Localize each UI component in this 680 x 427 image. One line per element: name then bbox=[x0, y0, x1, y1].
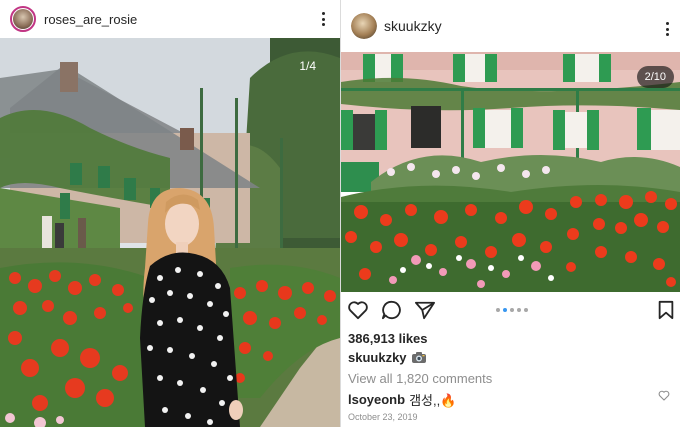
camera-emoji-icon bbox=[411, 352, 426, 363]
comment-text: 갬성,,🔥 bbox=[409, 393, 457, 408]
heart-icon[interactable] bbox=[347, 300, 369, 320]
bookmark-icon[interactable] bbox=[657, 300, 675, 320]
post-date: October 23, 2019 bbox=[348, 412, 418, 422]
view-all-comments-link[interactable]: View all 1,820 comments bbox=[348, 371, 492, 386]
carousel-dot bbox=[496, 308, 500, 312]
avatar[interactable] bbox=[351, 13, 377, 39]
carousel-dot bbox=[524, 308, 528, 312]
carousel-dot bbox=[503, 308, 507, 312]
carousel-dot bbox=[510, 308, 514, 312]
more-options-icon[interactable] bbox=[322, 12, 326, 26]
comment-username[interactable]: lsoyeonb bbox=[348, 392, 405, 407]
carousel-dot bbox=[517, 308, 521, 312]
comment-icon[interactable] bbox=[381, 300, 403, 320]
post-photo[interactable]: 2/10 bbox=[341, 52, 680, 292]
username[interactable]: roses_are_rosie bbox=[44, 12, 137, 27]
action-bar bbox=[341, 296, 680, 326]
garden-portrait-image bbox=[0, 38, 340, 427]
photo-counter: 1/4 bbox=[299, 59, 316, 73]
caption-username[interactable]: skuukzky bbox=[348, 350, 407, 365]
right-post: skuukzky 2/10 386,913 likes skuukzky Vie… bbox=[341, 0, 680, 427]
carousel-indicator bbox=[496, 308, 528, 312]
like-count[interactable]: 386,913 likes bbox=[348, 331, 428, 346]
username[interactable]: skuukzky bbox=[384, 18, 442, 34]
post-header: skuukzky bbox=[341, 0, 680, 52]
monet-house-garden-image bbox=[341, 52, 680, 292]
left-post: roses_are_rosie 1/4 bbox=[0, 0, 340, 427]
comment-like-heart-icon[interactable] bbox=[658, 390, 670, 401]
avatar[interactable] bbox=[10, 6, 36, 32]
send-icon[interactable] bbox=[414, 300, 436, 320]
post-header: roses_are_rosie bbox=[0, 0, 340, 38]
post-photo[interactable]: 1/4 bbox=[0, 38, 340, 427]
comment-row: lsoyeonb 갬성,,🔥 bbox=[348, 390, 456, 409]
more-options-icon[interactable] bbox=[666, 22, 670, 36]
photo-counter: 2/10 bbox=[636, 66, 674, 88]
caption: skuukzky bbox=[348, 350, 427, 365]
